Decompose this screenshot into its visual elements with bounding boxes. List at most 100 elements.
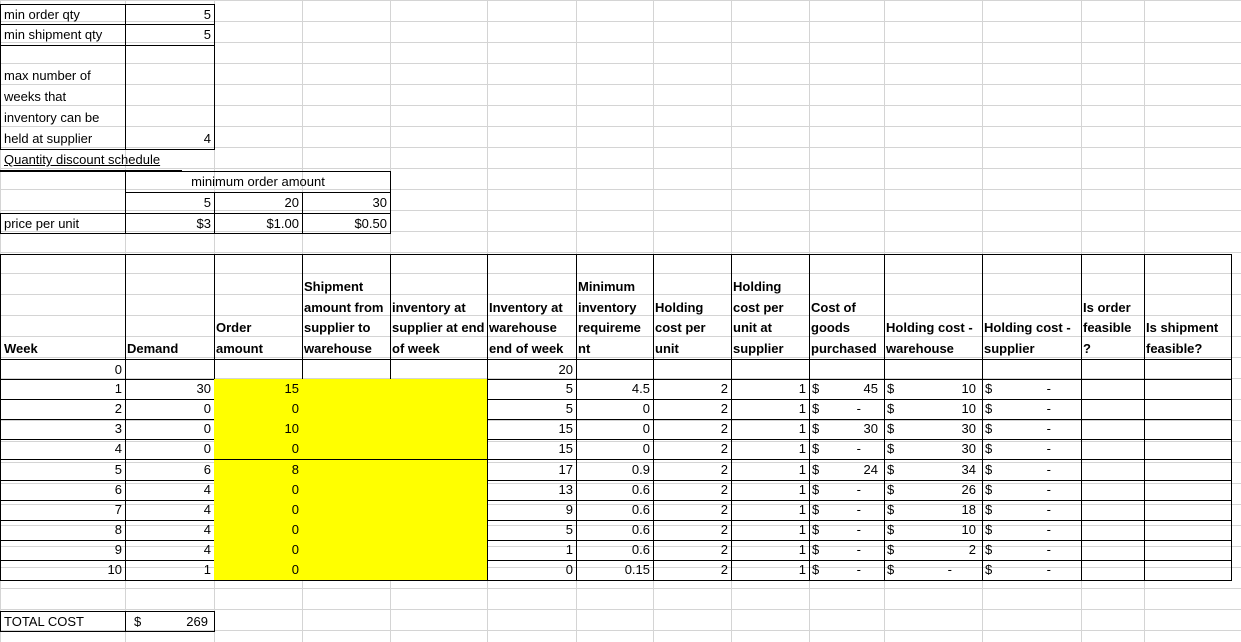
cell-holding-cost-unit[interactable]: 2: [653, 459, 732, 481]
header-holding-cost-supplier[interactable]: Holding cost - supplier: [982, 254, 1082, 360]
max-weeks-value-cell[interactable]: 4: [125, 46, 215, 150]
cell-holding-cost-unit[interactable]: [653, 359, 732, 381]
cell-order-amount[interactable]: 0: [214, 439, 303, 461]
spreadsheet[interactable]: min order qty 5 min shipment qty 5 max n…: [0, 0, 1241, 642]
cell-cost-of-goods[interactable]: $ -: [809, 439, 885, 461]
cell-cost-of-goods[interactable]: $ -: [809, 479, 885, 501]
cell-min-inventory[interactable]: 0.6: [576, 519, 654, 541]
cell-week[interactable]: 4: [0, 439, 126, 461]
price-per-unit-label[interactable]: price per unit: [0, 213, 126, 234]
header-inventory-warehouse[interactable]: Inventory at warehouse end of week: [487, 254, 577, 360]
cell-order-feasible[interactable]: [1081, 359, 1145, 381]
cell-shipment-feasible[interactable]: [1144, 560, 1232, 582]
cell-order-feasible[interactable]: [1081, 419, 1145, 441]
cell-holding-cost-supplier[interactable]: $ -: [982, 399, 1082, 421]
cell-inventory-supplier[interactable]: [390, 560, 488, 582]
cell-week[interactable]: 1: [0, 379, 126, 401]
cell-shipment-feasible[interactable]: [1144, 459, 1232, 481]
cell-cost-of-goods[interactable]: $ -: [809, 499, 885, 521]
cell-holding-cost-supplier[interactable]: $ -: [982, 519, 1082, 541]
cell-holding-cost-unit[interactable]: 2: [653, 399, 732, 421]
cell-min-inventory[interactable]: 0: [576, 399, 654, 421]
cell-cost-of-goods[interactable]: $24: [809, 459, 885, 481]
cell-shipment-feasible[interactable]: [1144, 499, 1232, 521]
total-cost-value-cell[interactable]: $ 269: [125, 611, 215, 632]
cell-shipment-feasible[interactable]: [1144, 539, 1232, 561]
cell-demand[interactable]: 0: [125, 419, 215, 441]
cell-holding-cost-unit[interactable]: 2: [653, 499, 732, 521]
total-cost-label[interactable]: TOTAL COST: [0, 611, 126, 632]
cell-shipment-feasible[interactable]: [1144, 379, 1232, 401]
cell-inventory-warehouse[interactable]: 5: [487, 399, 577, 421]
cell-shipment-amount[interactable]: [302, 399, 391, 421]
cell-cost-of-goods[interactable]: $30: [809, 419, 885, 441]
min-shipment-qty-label[interactable]: min shipment qty: [0, 25, 126, 46]
header-min-inventory[interactable]: Minimum inventory requireme nt: [576, 254, 654, 360]
cell-holding-cost-supplier-unit[interactable]: 1: [731, 560, 810, 582]
cell-shipment-amount[interactable]: [302, 379, 391, 401]
cell-cost-of-goods[interactable]: $ -: [809, 399, 885, 421]
cell-demand[interactable]: 1: [125, 560, 215, 582]
cell-holding-cost-warehouse[interactable]: $10: [884, 399, 983, 421]
cell-inventory-warehouse[interactable]: 17: [487, 459, 577, 481]
discount-price-3[interactable]: $0.50: [302, 213, 391, 234]
cell-shipment-amount[interactable]: [302, 560, 391, 582]
cell-holding-cost-supplier-unit[interactable]: [731, 359, 810, 381]
cell-week[interactable]: 2: [0, 399, 126, 421]
cell-demand[interactable]: 6: [125, 459, 215, 481]
cell-holding-cost-warehouse[interactable]: $34: [884, 459, 983, 481]
cell-holding-cost-supplier-unit[interactable]: 1: [731, 439, 810, 461]
cell-shipment-feasible[interactable]: [1144, 399, 1232, 421]
cell-inventory-supplier[interactable]: [390, 379, 488, 401]
cell-shipment-amount[interactable]: [302, 479, 391, 501]
cell-order-feasible[interactable]: [1081, 379, 1145, 401]
header-cost-of-goods[interactable]: Cost of goods purchased: [809, 254, 885, 360]
cell-holding-cost-supplier-unit[interactable]: 1: [731, 459, 810, 481]
cell-inventory-supplier[interactable]: [390, 439, 488, 461]
cell-week[interactable]: 5: [0, 459, 126, 481]
cell-min-inventory[interactable]: 0.6: [576, 499, 654, 521]
cell-shipment-amount[interactable]: [302, 439, 391, 461]
cell-holding-cost-unit[interactable]: 2: [653, 479, 732, 501]
cell-shipment-amount[interactable]: [302, 539, 391, 561]
cell-demand[interactable]: 0: [125, 439, 215, 461]
cell-inventory-supplier[interactable]: [390, 479, 488, 501]
header-holding-cost-supplier-unit[interactable]: Holding cost per unit at supplier: [731, 254, 810, 360]
cell-demand[interactable]: 4: [125, 499, 215, 521]
min-shipment-qty-value[interactable]: 5: [125, 25, 215, 46]
cell-inventory-warehouse[interactable]: 9: [487, 499, 577, 521]
cell-demand[interactable]: [125, 359, 215, 381]
discount-price-2[interactable]: $1.00: [214, 213, 303, 234]
cell-holding-cost-warehouse[interactable]: $30: [884, 419, 983, 441]
cell-holding-cost-unit[interactable]: 2: [653, 519, 732, 541]
cell-holding-cost-supplier[interactable]: $ -: [982, 459, 1082, 481]
cell-shipment-feasible[interactable]: [1144, 359, 1232, 381]
cell-holding-cost-supplier-unit[interactable]: 1: [731, 499, 810, 521]
cell-order-feasible[interactable]: [1081, 539, 1145, 561]
cell-cost-of-goods[interactable]: $45: [809, 379, 885, 401]
cell-inventory-supplier[interactable]: [390, 499, 488, 521]
cell-order-amount[interactable]: 15: [214, 379, 303, 401]
cell-holding-cost-supplier-unit[interactable]: 1: [731, 379, 810, 401]
header-inventory-supplier[interactable]: inventory at supplier at end of week: [390, 254, 488, 360]
cell-week[interactable]: 7: [0, 499, 126, 521]
cell-cost-of-goods[interactable]: $ -: [809, 539, 885, 561]
cell-inventory-warehouse[interactable]: 15: [487, 439, 577, 461]
discount-price-1[interactable]: $3: [125, 213, 215, 234]
max-weeks-label-cell[interactable]: max number of weeks that inventory can b…: [0, 46, 126, 150]
cell-order-amount[interactable]: 0: [214, 519, 303, 541]
cell-order-feasible[interactable]: [1081, 459, 1145, 481]
header-demand[interactable]: Demand: [125, 254, 215, 360]
cell-inventory-supplier[interactable]: [390, 399, 488, 421]
cell-order-amount[interactable]: 0: [214, 539, 303, 561]
cell-holding-cost-unit[interactable]: 2: [653, 439, 732, 461]
cell-inventory-supplier[interactable]: [390, 459, 488, 481]
cell-holding-cost-supplier[interactable]: $ -: [982, 499, 1082, 521]
cell-holding-cost-supplier[interactable]: [982, 359, 1082, 381]
cell-holding-cost-warehouse[interactable]: $ -: [884, 560, 983, 582]
cell-shipment-amount[interactable]: [302, 499, 391, 521]
cell-week[interactable]: 8: [0, 519, 126, 541]
cell-inventory-warehouse[interactable]: 5: [487, 379, 577, 401]
cell-order-feasible[interactable]: [1081, 399, 1145, 421]
header-holding-cost-warehouse[interactable]: Holding cost - warehouse: [884, 254, 983, 360]
